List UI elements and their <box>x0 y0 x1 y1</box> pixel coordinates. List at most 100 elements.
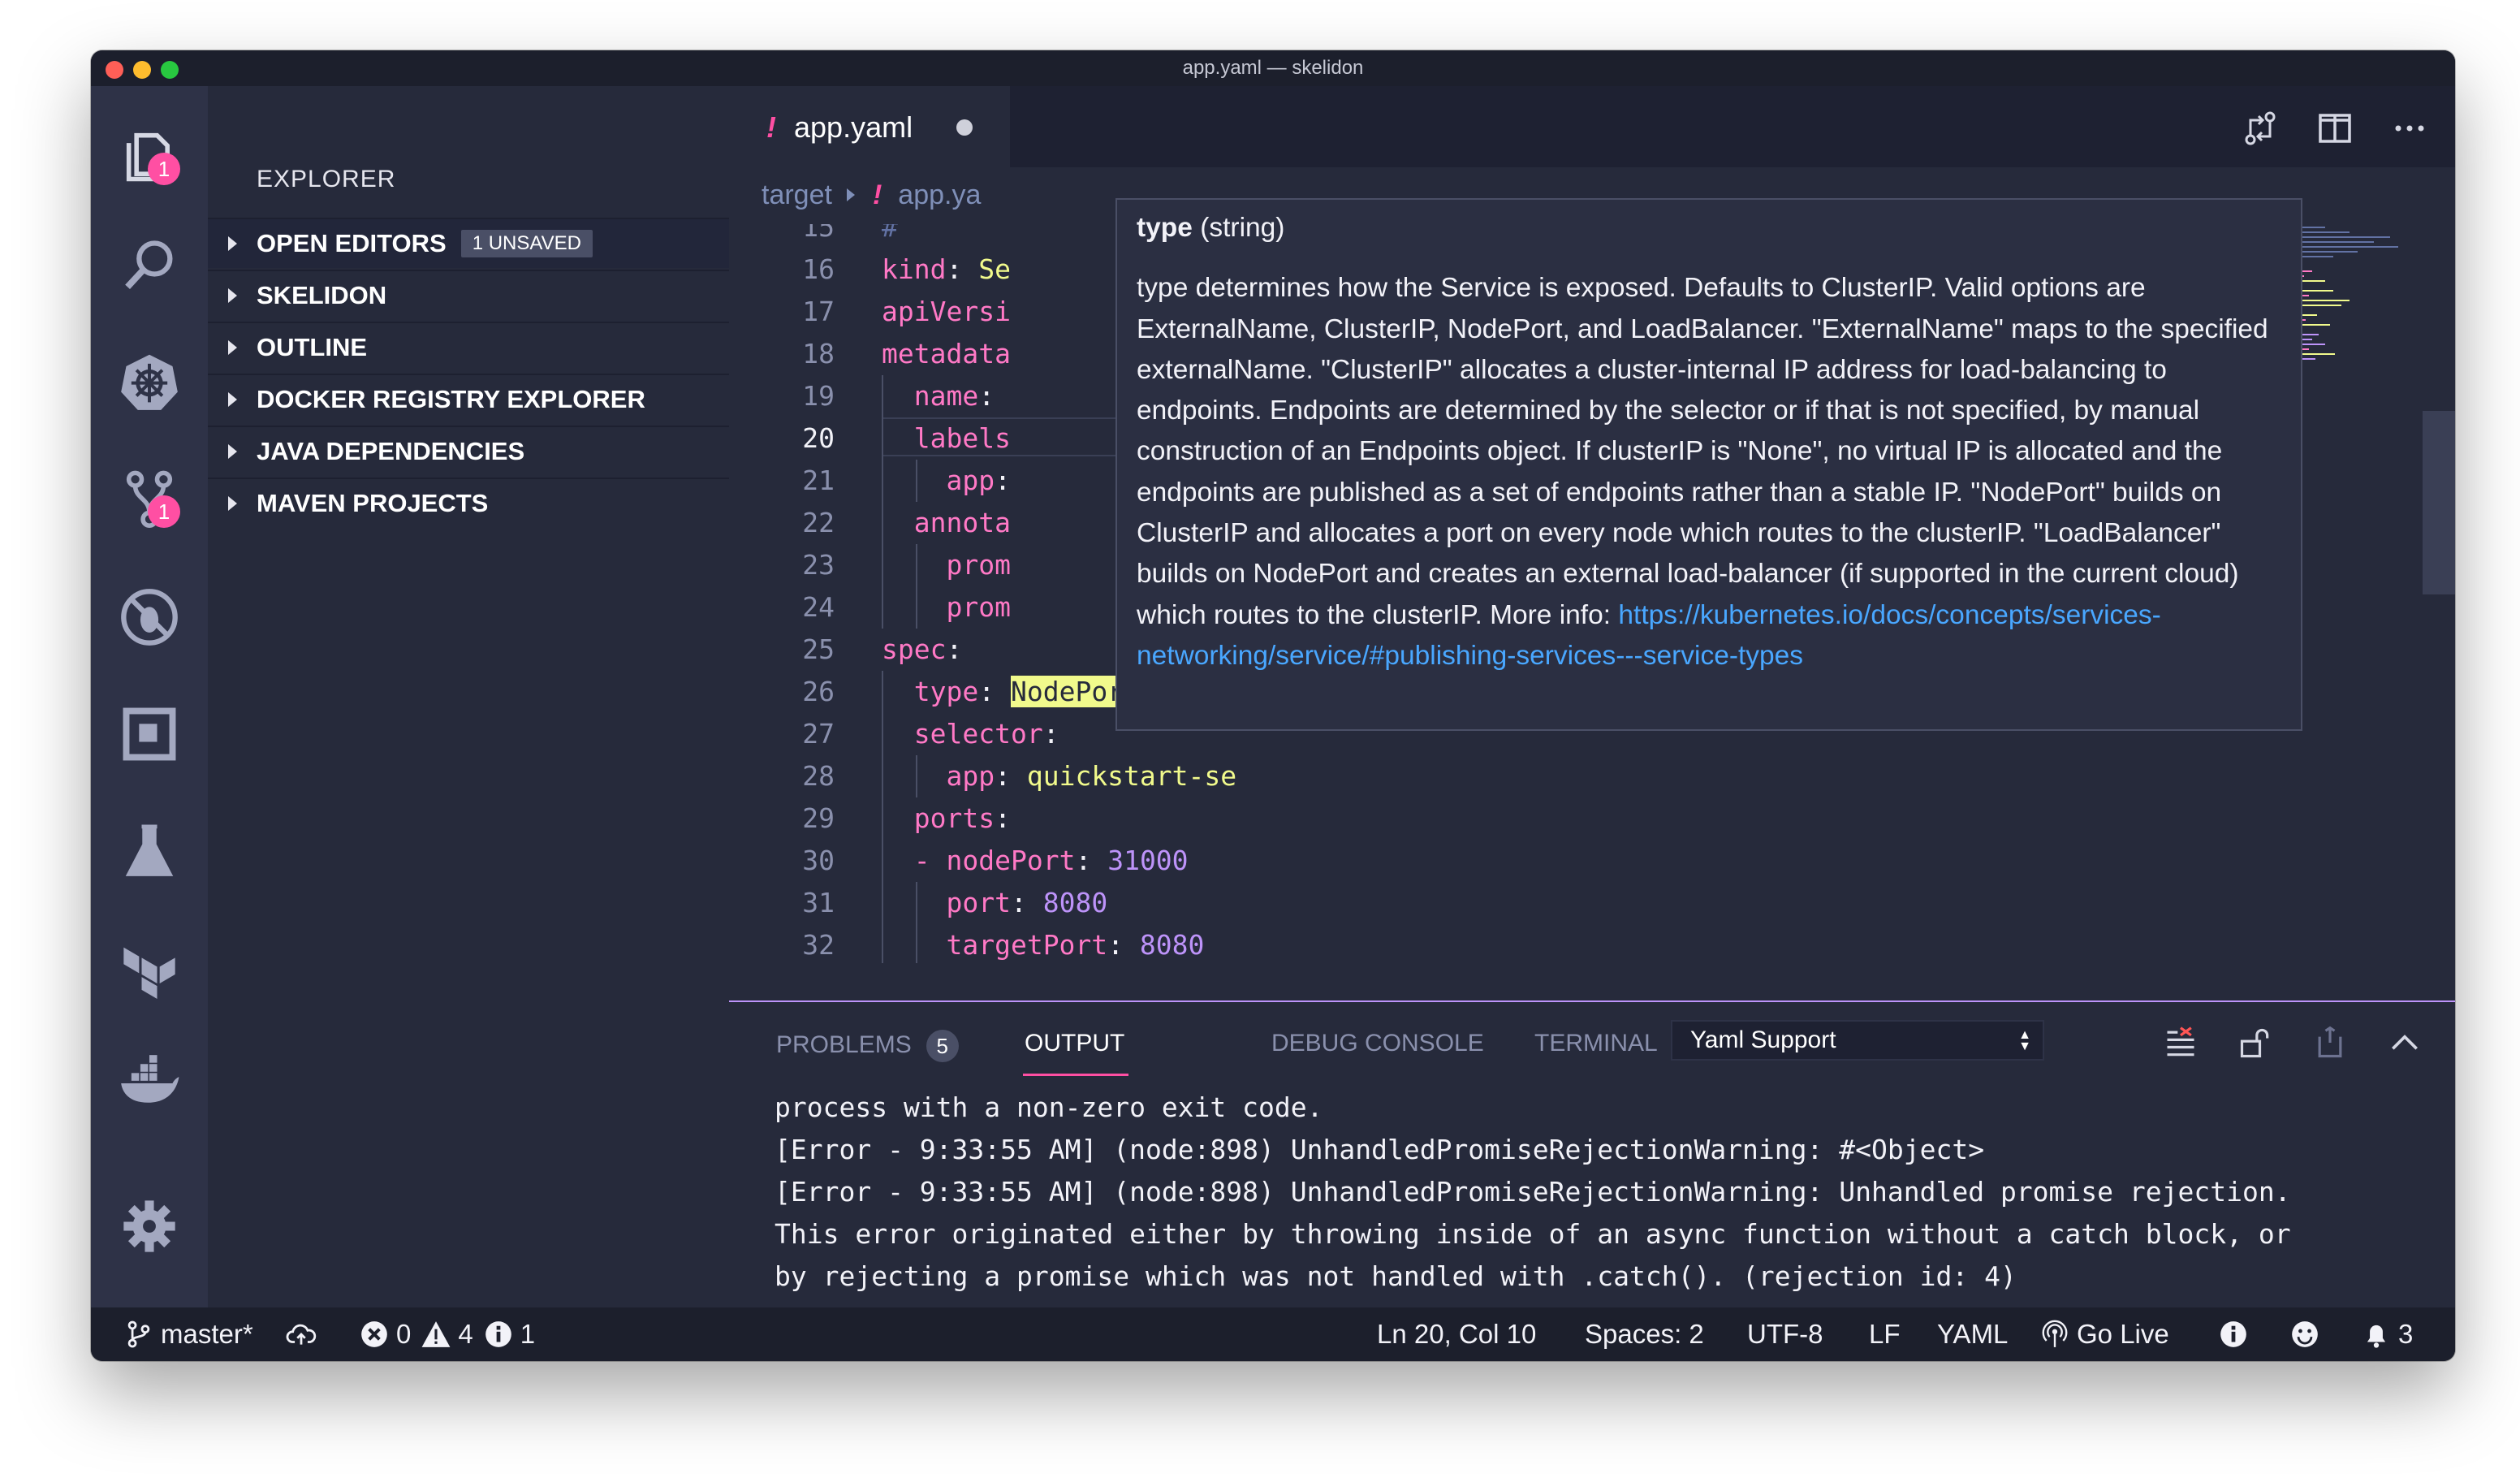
warning-count: 4 <box>458 1319 473 1349</box>
more-actions-button[interactable] <box>2388 107 2431 149</box>
open-log-button[interactable] <box>2311 1023 2350 1062</box>
tab-label: OUTPUT <box>1025 1030 1125 1057</box>
line-text: ports: <box>913 802 1011 834</box>
output-channel-select[interactable]: Yaml Support ▲ ▼ <box>1671 1020 2044 1061</box>
branch-indicator[interactable]: master* <box>123 1307 253 1361</box>
tab-terminal[interactable]: TERMINAL <box>1534 1030 1658 1057</box>
problems-indicator[interactable]: 0 4 1 <box>359 1307 535 1361</box>
language-mode[interactable]: YAML <box>1937 1307 2008 1361</box>
explorer-badge: 1 <box>148 153 180 185</box>
error-icon <box>361 1321 387 1347</box>
section-maven-projects[interactable]: MAVEN PROJECTS <box>208 478 729 528</box>
eol-setting[interactable]: LF <box>1869 1307 1901 1361</box>
line-number: 22 <box>802 507 835 538</box>
activity-docker[interactable] <box>115 1049 183 1117</box>
sync-button[interactable] <box>286 1307 323 1361</box>
section-docker-registry[interactable]: DOCKER REGISTRY EXPLORER <box>208 374 729 424</box>
line-number: 15 <box>802 224 835 243</box>
code-line[interactable]: 30 - nodePort: 31000 <box>729 840 2288 882</box>
info-button[interactable] <box>2218 1307 2255 1361</box>
line-text: prom <box>946 549 1011 581</box>
select-arrows-icon: ▲ ▼ <box>2018 1028 2031 1053</box>
code-line[interactable]: 31 port: 8080 <box>729 882 2288 924</box>
hover-header: type (string) <box>1137 208 2281 248</box>
encoding-setting[interactable]: UTF-8 <box>1747 1307 1823 1361</box>
line-text: kind: Se <box>882 253 1011 285</box>
activity-terraform[interactable] <box>115 934 183 1002</box>
chevron-right-icon <box>228 392 237 407</box>
feedback-button[interactable] <box>2289 1307 2327 1361</box>
chevron-right-icon <box>228 444 237 459</box>
activity-bar: 1 1 <box>91 86 208 1307</box>
hover-symbol: type <box>1137 213 1193 243</box>
code-line[interactable]: 29 ports: <box>729 797 2288 840</box>
activity-explorer[interactable]: 1 <box>115 122 183 190</box>
line-text: - nodePort: 31000 <box>913 845 1189 876</box>
warning-icon <box>421 1321 451 1347</box>
section-java-dependencies[interactable]: JAVA DEPENDENCIES <box>208 426 729 476</box>
line-number: 21 <box>802 465 835 496</box>
output-log: process with a non-zero exit code. [Erro… <box>775 1091 2291 1292</box>
line-text: metadata <box>882 338 1011 370</box>
line-text: name: <box>913 380 995 412</box>
split-editor-icon <box>2319 114 2351 143</box>
activity-kubernetes[interactable] <box>115 348 183 416</box>
line-text: selector: <box>913 718 1059 750</box>
line-number: 18 <box>802 338 835 370</box>
tab-app-yaml[interactable]: ! app.yaml <box>729 86 1010 169</box>
no-bugs-icon <box>121 589 178 646</box>
close-window-button[interactable] <box>106 61 123 79</box>
line-text: app: <box>946 465 1011 496</box>
breadcrumb-folder[interactable]: target <box>762 179 832 211</box>
tab-problems[interactable]: PROBLEMS 5 <box>776 1030 959 1062</box>
line-text: apiVersi <box>882 296 1011 327</box>
clear-output-button[interactable] <box>2161 1023 2200 1062</box>
code-line[interactable]: 32 targetPort: 8080 <box>729 924 2288 963</box>
tab-debug-console[interactable]: DEBUG CONSOLE <box>1271 1030 1484 1057</box>
breadcrumb-file[interactable]: app.ya <box>898 179 981 211</box>
section-outline[interactable]: OUTLINE <box>208 322 729 372</box>
code-line[interactable]: 28 app: quickstart-se <box>729 755 2288 797</box>
cursor-position[interactable]: Ln 20, Col 10 <box>1377 1307 1536 1361</box>
activity-debug[interactable] <box>115 583 183 651</box>
unsaved-dot-icon[interactable] <box>956 119 973 136</box>
line-number: 24 <box>802 591 835 623</box>
line-number: 17 <box>802 296 835 327</box>
editor-scrollbar[interactable] <box>2423 411 2455 594</box>
maximize-window-button[interactable] <box>161 61 179 79</box>
go-live-button[interactable]: Go Live <box>2039 1307 2169 1361</box>
split-editor-button[interactable] <box>2314 107 2356 149</box>
section-skelidon[interactable]: SKELIDON <box>208 270 729 320</box>
line-number: 26 <box>802 676 835 707</box>
section-label: OUTLINE <box>257 333 368 361</box>
open-changes-button[interactable] <box>2239 107 2281 149</box>
line-number: 31 <box>802 887 835 918</box>
ellipsis-icon <box>2395 125 2424 132</box>
indentation-setting[interactable]: Spaces: 2 <box>1585 1307 1704 1361</box>
line-text: prom <box>946 591 1011 623</box>
activity-search[interactable] <box>115 232 183 300</box>
activity-test[interactable] <box>115 817 183 885</box>
section-label: SKELIDON <box>257 281 387 309</box>
chevron-right-icon <box>228 496 237 511</box>
maximize-panel-button[interactable] <box>2385 1023 2424 1062</box>
problems-count-badge: 5 <box>926 1030 959 1062</box>
section-label: JAVA DEPENDENCIES <box>257 437 525 465</box>
line-text: annota <box>913 507 1011 538</box>
hover-tooltip: type (string) type determines how the Se… <box>1115 198 2302 731</box>
section-open-editors[interactable]: OPEN EDITORS 1 UNSAVED <box>208 218 729 268</box>
line-text: app: quickstart-se <box>946 760 1237 792</box>
line-number: 30 <box>802 845 835 876</box>
breadcrumb: target ! app.ya <box>762 171 981 219</box>
activity-source-control[interactable]: 1 <box>115 465 183 533</box>
minimize-window-button[interactable] <box>133 61 151 79</box>
info-icon <box>485 1321 511 1347</box>
activity-settings[interactable] <box>115 1192 183 1260</box>
lock-scroll-button[interactable] <box>2236 1023 2275 1062</box>
line-number: 20 <box>802 422 835 454</box>
activity-extensions[interactable] <box>115 700 183 768</box>
go-live-label: Go Live <box>2077 1319 2169 1349</box>
notification-count: 3 <box>2398 1319 2414 1349</box>
tab-output[interactable]: OUTPUT <box>1025 1030 1124 1057</box>
notifications-button[interactable]: 3 <box>2361 1307 2413 1361</box>
